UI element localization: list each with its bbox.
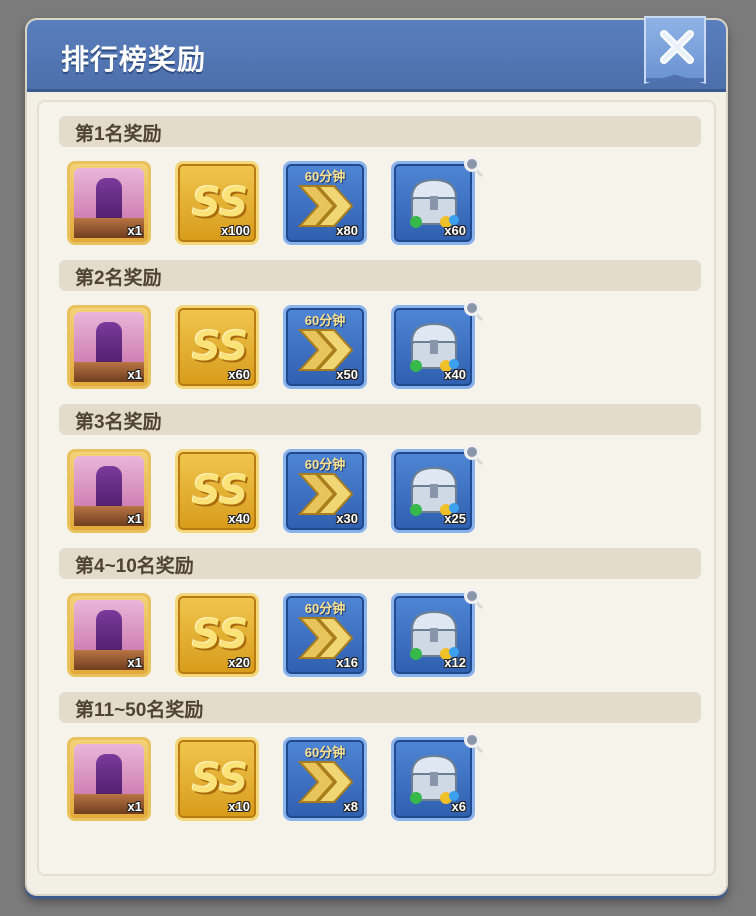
tier-header: 第1名奖励 (59, 116, 701, 147)
ss-coupon-icon: SS (192, 180, 249, 226)
reward-item-skin[interactable]: x1 (67, 449, 151, 533)
reward-quantity: x1 (127, 655, 142, 670)
silver-chest-icon (410, 466, 459, 516)
reward-quantity: x1 (127, 367, 142, 382)
reward-quantity: x1 (127, 511, 142, 526)
silver-chest-icon (410, 178, 459, 228)
reward-quantity: x12 (444, 655, 466, 670)
speedup-60min-icon (298, 473, 354, 515)
reward-tier: 第3名奖励 x1 SS x40 60分钟 x30 x25 (59, 404, 701, 533)
reward-item-chest[interactable]: x25 (391, 444, 480, 533)
reward-quantity: x16 (336, 655, 358, 670)
speedup-60min-icon (298, 185, 354, 227)
reward-item-chest[interactable]: x12 (391, 588, 480, 677)
speedup-duration-label: 60分钟 (304, 745, 346, 760)
reward-quantity: x50 (336, 367, 358, 382)
reward-quantity: x10 (228, 799, 250, 814)
tier-label: 第11~50名奖励 (75, 700, 204, 721)
silver-chest-icon (410, 754, 459, 804)
reward-quantity: x80 (336, 223, 358, 238)
reward-quantity: x40 (228, 511, 250, 526)
close-icon (660, 30, 694, 64)
reward-item-skin[interactable]: x1 (67, 593, 151, 677)
speedup-duration-label: 60分钟 (304, 169, 346, 184)
tier-header: 第4~10名奖励 (59, 548, 701, 579)
magnifier-icon[interactable] (464, 444, 480, 460)
ss-coupon-icon: SS (192, 612, 249, 658)
reward-item-ss-coupon[interactable]: SS x100 (175, 161, 259, 245)
reward-quantity: x6 (451, 799, 466, 814)
reward-item-skin[interactable]: x1 (67, 305, 151, 389)
reward-item-skin[interactable]: x1 (67, 161, 151, 245)
reward-quantity: x20 (228, 655, 250, 670)
ss-coupon-icon: SS (192, 324, 249, 370)
reward-quantity: x100 (221, 223, 250, 238)
reward-item-chest[interactable]: x6 (391, 732, 480, 821)
close-button[interactable] (644, 16, 706, 84)
reward-item-speedup[interactable]: 60分钟 x30 (283, 449, 367, 533)
reward-item-speedup[interactable]: 60分钟 x16 (283, 593, 367, 677)
tier-header: 第3名奖励 (59, 404, 701, 435)
reward-quantity: x25 (444, 511, 466, 526)
tier-label: 第1名奖励 (75, 124, 162, 145)
reward-list-panel: 第1名奖励 x1 SS x100 60分钟 x80 x60 第2名奖励 x1 S… (37, 100, 716, 876)
speedup-duration-label: 60分钟 (304, 457, 346, 472)
reward-quantity: x1 (127, 223, 142, 238)
speedup-duration-label: 60分钟 (304, 601, 346, 616)
tier-label: 第4~10名奖励 (75, 556, 194, 577)
magnifier-icon[interactable] (464, 732, 480, 748)
tier-label: 第2名奖励 (75, 268, 162, 289)
reward-quantity: x40 (444, 367, 466, 382)
reward-quantity: x8 (343, 799, 358, 814)
reward-item-ss-coupon[interactable]: SS x60 (175, 305, 259, 389)
reward-quantity: x1 (127, 799, 142, 814)
reward-item-speedup[interactable]: 60分钟 x80 (283, 161, 367, 245)
reward-item-ss-coupon[interactable]: SS x40 (175, 449, 259, 533)
reward-item-chest[interactable]: x60 (391, 156, 480, 245)
ss-coupon-icon: SS (192, 756, 249, 802)
tier-label: 第3名奖励 (75, 412, 162, 433)
speedup-60min-icon (298, 761, 354, 803)
ranking-reward-dialog: 排行榜奖励 第1名奖励 x1 SS x100 60分钟 x80 x60 第2名奖… (25, 16, 728, 896)
tier-header: 第11~50名奖励 (59, 692, 701, 723)
speedup-duration-label: 60分钟 (304, 313, 346, 328)
reward-item-ss-coupon[interactable]: SS x20 (175, 593, 259, 677)
reward-item-chest[interactable]: x40 (391, 300, 480, 389)
reward-item-speedup[interactable]: 60分钟 x50 (283, 305, 367, 389)
speedup-60min-icon (298, 329, 354, 371)
reward-tier: 第11~50名奖励 x1 SS x10 60分钟 x8 x6 (59, 692, 701, 821)
magnifier-icon[interactable] (464, 588, 480, 604)
dialog-header: 排行榜奖励 (27, 20, 726, 92)
ss-coupon-icon: SS (192, 468, 249, 514)
reward-tier: 第4~10名奖励 x1 SS x20 60分钟 x16 x12 (59, 548, 701, 677)
reward-item-speedup[interactable]: 60分钟 x8 (283, 737, 367, 821)
magnifier-icon[interactable] (464, 156, 480, 172)
reward-quantity: x30 (336, 511, 358, 526)
reward-item-ss-coupon[interactable]: SS x10 (175, 737, 259, 821)
dialog-title: 排行榜奖励 (61, 44, 207, 75)
reward-item-skin[interactable]: x1 (67, 737, 151, 821)
magnifier-icon[interactable] (464, 300, 480, 316)
reward-quantity: x60 (228, 367, 250, 382)
silver-chest-icon (410, 610, 459, 660)
speedup-60min-icon (298, 617, 354, 659)
reward-quantity: x60 (444, 223, 466, 238)
tier-header: 第2名奖励 (59, 260, 701, 291)
reward-tier: 第2名奖励 x1 SS x60 60分钟 x50 x40 (59, 260, 701, 389)
silver-chest-icon (410, 322, 459, 372)
reward-tier: 第1名奖励 x1 SS x100 60分钟 x80 x60 (59, 116, 701, 245)
